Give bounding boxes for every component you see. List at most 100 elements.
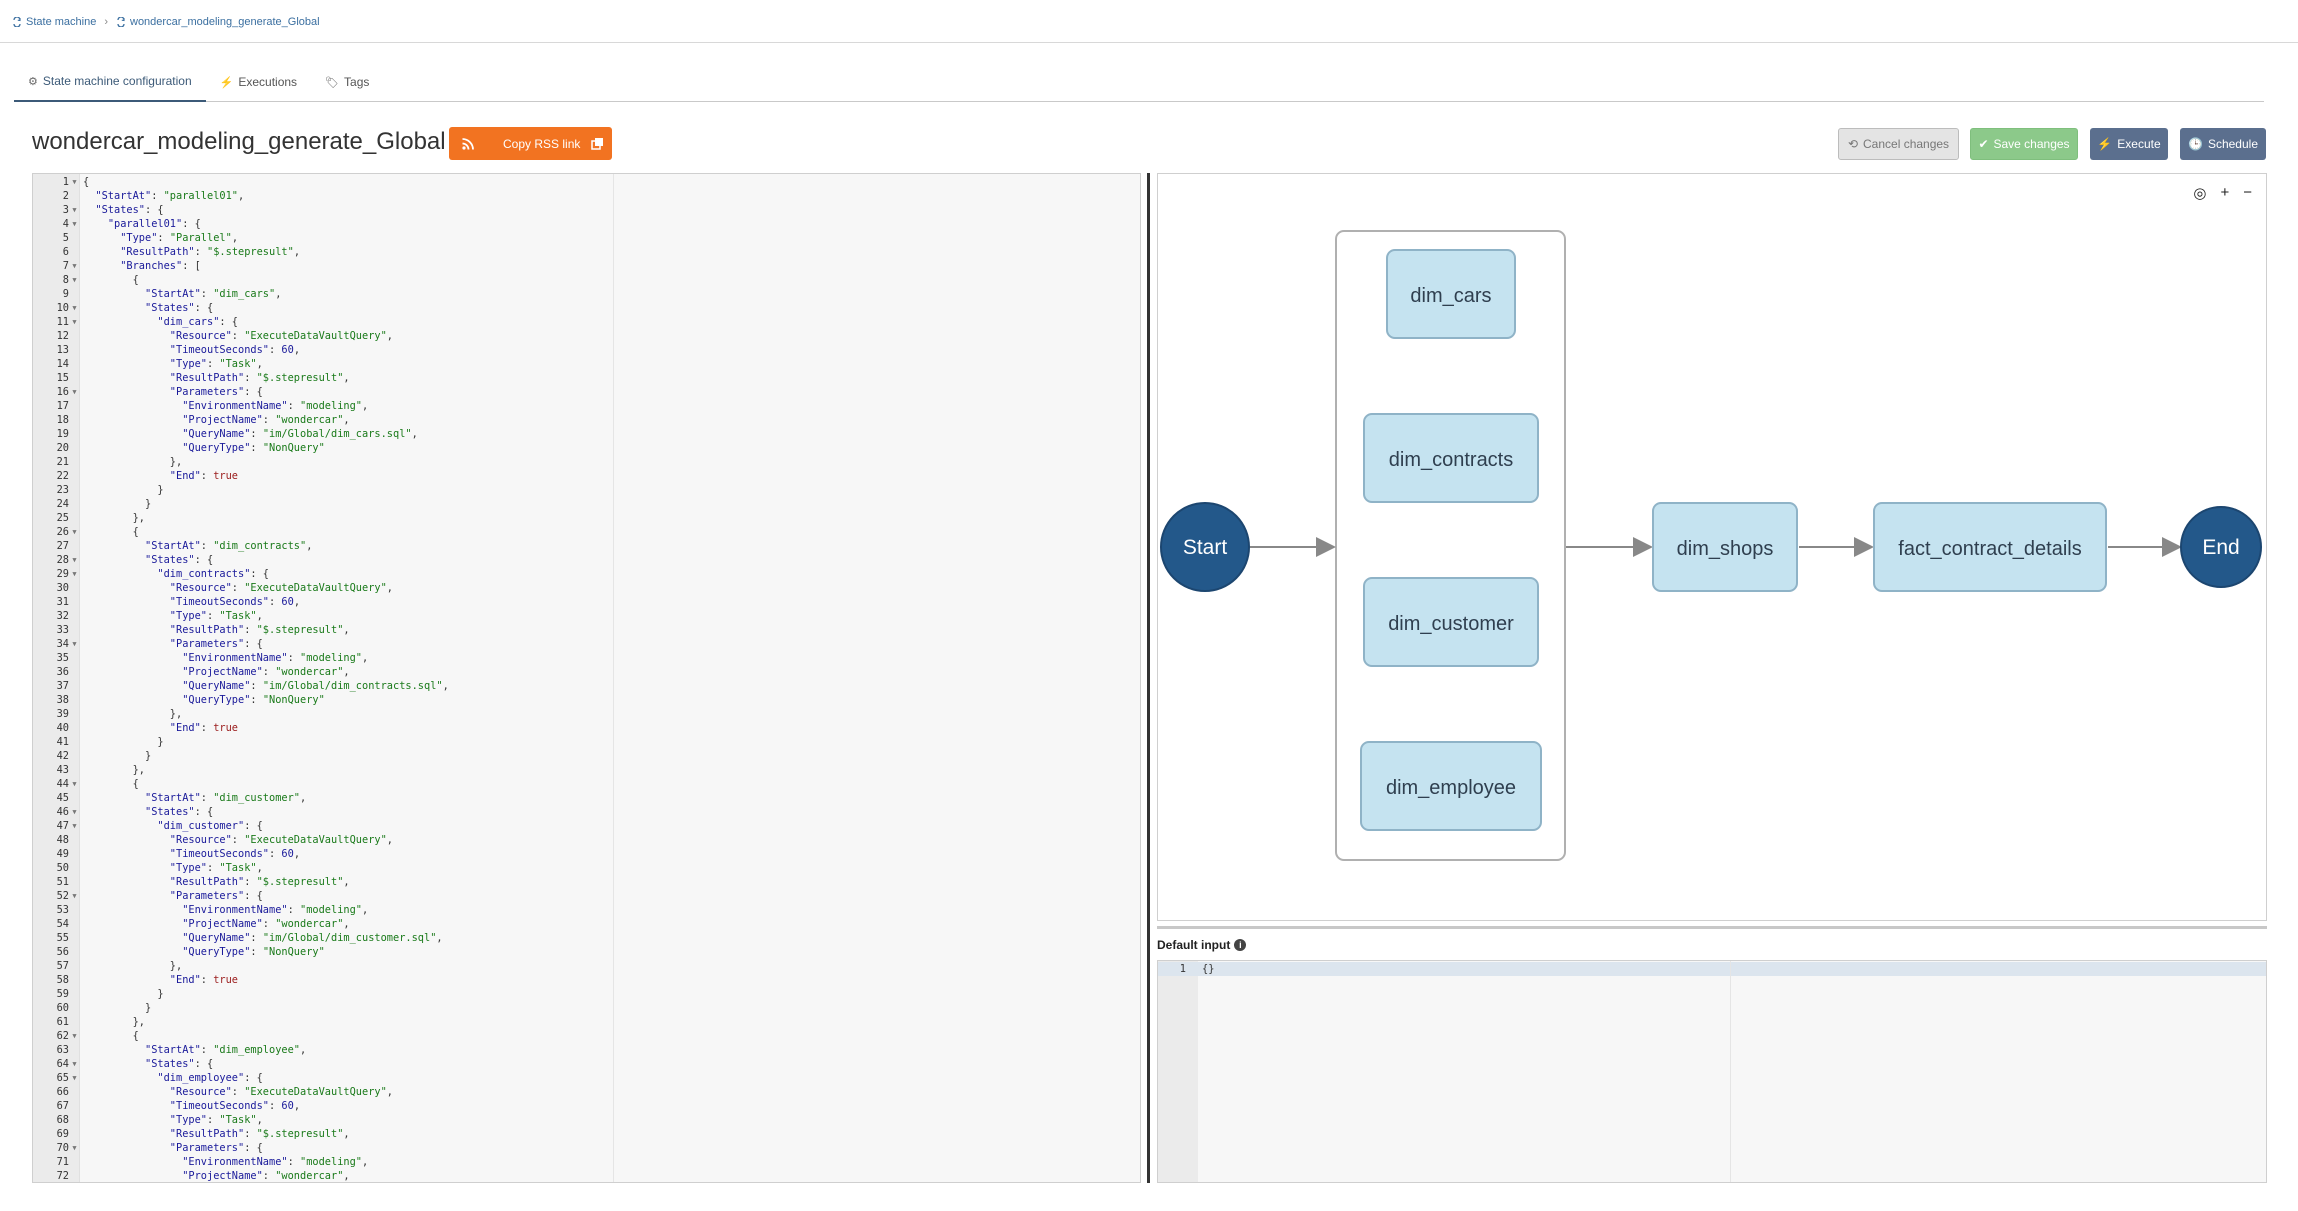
code-line: 53 "EnvironmentName": "modeling", (33, 903, 1140, 917)
save-changes-button[interactable]: ✔ Save changes (1970, 128, 2078, 160)
fold-toggle-icon[interactable]: ▼ (69, 301, 80, 315)
execute-button[interactable]: ⚡ Execute (2090, 128, 2168, 160)
tab-state-machine-configuration[interactable]: ⚙ State machine configuration (14, 62, 206, 102)
fold-toggle-icon[interactable]: ▼ (69, 203, 80, 217)
fold-toggle-icon[interactable]: ▼ (69, 217, 80, 231)
start-node[interactable]: Start (1160, 502, 1250, 592)
state-node-dim-customer[interactable]: dim_customer (1363, 577, 1539, 667)
save-changes-label: Save changes (1993, 137, 2070, 151)
fold-toggle-icon[interactable]: ▼ (69, 1141, 80, 1155)
fold-toggle-icon[interactable]: ▼ (69, 567, 80, 581)
fold-toggle-icon[interactable]: ▼ (69, 1057, 80, 1071)
code-text: "QueryName": "im/Global/dim_customer.sql… (182, 932, 443, 944)
fold-toggle-icon[interactable]: ▼ (69, 315, 80, 329)
code-text: "EnvironmentName": "modeling", (182, 400, 369, 412)
code-text: "States": { (145, 806, 214, 818)
fold-toggle-icon[interactable]: ▼ (69, 1029, 80, 1043)
code-text: "Parameters": { (169, 386, 263, 398)
copy-icon[interactable] (591, 137, 604, 150)
state-node-dim-cars[interactable]: dim_cars (1386, 249, 1516, 339)
horizontal-splitter[interactable] (1157, 926, 2267, 929)
state-node-dim-contracts[interactable]: dim_contracts (1363, 413, 1539, 503)
state-machine-graph[interactable]: ◎ + − Start dim_cars dim_contracts dim_c… (1157, 173, 2267, 921)
fold-toggle-icon[interactable]: ▼ (69, 525, 80, 539)
fit-view-icon[interactable]: ◎ (2193, 184, 2206, 202)
definition-code-editor[interactable]: 1 ▼{2 "StartAt": "parallel01", 3 ▼ "States"… (32, 173, 1141, 1183)
state-node-dim-shops[interactable]: dim_shops (1652, 502, 1798, 592)
node-label: dim_cars (1410, 285, 1491, 307)
undo-icon: ⟲ (1847, 137, 1858, 151)
code-text: "ProjectName": "wondercar", (182, 1170, 350, 1182)
code-text: "Resource": "ExecuteDataVaultQuery", (169, 834, 393, 846)
tab-tags[interactable]: 🏷 Tags (311, 62, 383, 102)
tab-label: Tags (344, 75, 370, 89)
code-line: 58 "End": true (33, 973, 1140, 987)
fold-toggle-icon[interactable]: ▼ (69, 637, 80, 651)
fold-toggle-icon[interactable]: ▼ (69, 805, 80, 819)
cancel-changes-label: Cancel changes (1863, 137, 1950, 151)
fold-toggle-icon[interactable]: ▼ (69, 259, 80, 273)
zoom-in-icon[interactable]: + (2220, 184, 2229, 202)
code-line: 36 "ProjectName": "wondercar", (33, 665, 1140, 679)
line-number: 35 (56, 652, 69, 664)
breadcrumb-current-label: wondercar_modeling_generate_Global (130, 16, 320, 28)
state-node-fact-contract-details[interactable]: fact_contract_details (1873, 502, 2107, 592)
fold-toggle-icon[interactable]: ▼ (69, 175, 80, 189)
code-line: 6 "ResultPath": "$.stepresult", (33, 245, 1140, 259)
node-label: dim_employee (1386, 777, 1516, 799)
node-label: fact_contract_details (1898, 538, 2081, 560)
code-text: "dim_customer": { (157, 820, 263, 832)
code-text: }, (83, 708, 183, 720)
breadcrumb-current[interactable]: wondercar_modeling_generate_Global (116, 16, 320, 28)
code-line: 7 ▼ "Branches": [ (33, 259, 1140, 273)
code-text: "TimeoutSeconds": 60, (169, 848, 301, 860)
code-line: 18 "ProjectName": "wondercar", (33, 413, 1140, 427)
copy-rss-link-button[interactable]: Copy RSS link (449, 127, 612, 160)
line-number: 60 (56, 1002, 69, 1014)
fold-toggle-icon[interactable]: ▼ (69, 1071, 80, 1085)
code-line: 15 "ResultPath": "$.stepresult", (33, 371, 1140, 385)
cancel-changes-button[interactable]: ⟲ Cancel changes (1838, 128, 1959, 160)
line-number: 16 (56, 386, 69, 398)
breadcrumb-state-machine-link[interactable]: State machine (12, 16, 96, 28)
line-number: 56 (56, 946, 69, 958)
code-line: 47 ▼ "dim_customer": { (33, 819, 1140, 833)
fold-toggle-icon[interactable]: ▼ (69, 889, 80, 903)
code-text: "ProjectName": "wondercar", (182, 414, 350, 426)
code-text: }, (83, 764, 145, 776)
code-text: "Parameters": { (169, 1142, 263, 1154)
line-number: 59 (56, 988, 69, 1000)
fold-toggle-icon[interactable]: ▼ (69, 819, 80, 833)
code-text: "Branches": [ (120, 260, 201, 272)
zoom-out-icon[interactable]: − (2243, 184, 2252, 202)
fold-toggle-icon[interactable]: ▼ (69, 273, 80, 287)
line-number: 27 (56, 540, 69, 552)
code-line: 50 "Type": "Task", (33, 861, 1140, 875)
tab-bar: ⚙ State machine configuration ⚡ Executio… (14, 62, 2264, 102)
line-number: 23 (56, 484, 69, 496)
code-line: 27 "StartAt": "dim_contracts", (33, 539, 1140, 553)
state-node-dim-employee[interactable]: dim_employee (1360, 741, 1542, 831)
fold-toggle-icon[interactable]: ▼ (69, 385, 80, 399)
fold-toggle-icon[interactable]: ▼ (69, 553, 80, 567)
schedule-button[interactable]: 🕒 Schedule (2180, 128, 2266, 160)
line-number: 51 (56, 876, 69, 888)
code-line: 45 "StartAt": "dim_customer", (33, 791, 1140, 805)
line-number: 43 (56, 764, 69, 776)
vertical-splitter[interactable] (1147, 173, 1150, 1183)
end-node[interactable]: End (2180, 506, 2262, 588)
code-text: "QueryType": "NonQuery" (182, 946, 325, 958)
fold-toggle-icon[interactable]: ▼ (69, 777, 80, 791)
default-input-editor[interactable]: 1 {} (1157, 960, 2267, 1183)
code-line: 64 ▼ "States": { (33, 1057, 1140, 1071)
tab-executions[interactable]: ⚡ Executions (206, 62, 311, 102)
info-icon[interactable]: i (1234, 939, 1247, 951)
line-number: 25 (56, 512, 69, 524)
